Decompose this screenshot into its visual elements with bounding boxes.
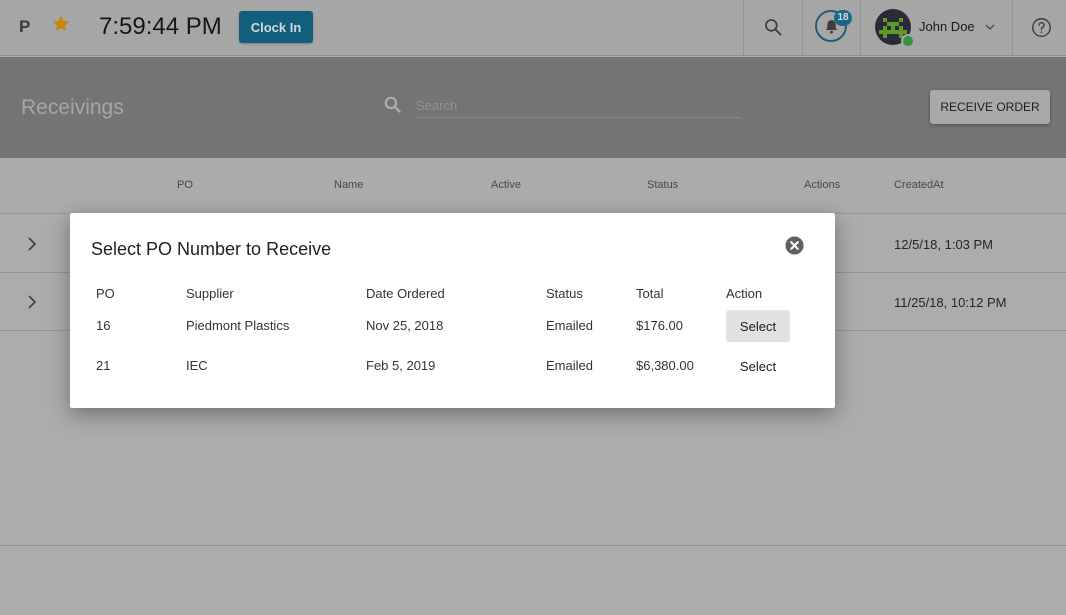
column-header-name[interactable]: Name	[334, 179, 363, 191]
date-ordered: Nov 25, 2018	[366, 318, 444, 333]
po-total: $176.00	[636, 318, 683, 333]
column-header-date-ordered: Date Ordered	[366, 286, 445, 301]
column-header-actions: Actions	[804, 179, 841, 191]
user-name[interactable]: John Doe	[919, 19, 975, 34]
clock-in-button[interactable]: Clock In	[239, 11, 313, 43]
app-logo[interactable]: P	[19, 17, 30, 37]
page-header: Receivings RECEIVE ORDER	[0, 57, 1066, 158]
divider	[1012, 0, 1013, 56]
po-number: 21	[96, 358, 111, 373]
online-status-icon	[901, 34, 915, 48]
page-title: Receivings	[21, 96, 124, 119]
star-icon[interactable]	[51, 14, 71, 34]
column-header-status[interactable]: Status	[647, 179, 678, 191]
column-header-po: PO	[96, 286, 115, 301]
notification-count-badge: 18	[834, 10, 852, 26]
column-header-status: Status	[546, 286, 583, 301]
po-status: Emailed	[546, 318, 593, 333]
search-icon	[384, 96, 401, 113]
divider	[0, 545, 1066, 546]
search-icon[interactable]	[763, 17, 783, 37]
chevron-right-icon[interactable]	[26, 237, 38, 251]
column-header-createdat[interactable]: CreatedAt	[894, 179, 944, 191]
clock-time: 7:59:44 PM	[99, 13, 222, 40]
po-total: $6,380.00	[636, 358, 694, 373]
po-status: Emailed	[546, 358, 593, 373]
divider	[802, 0, 803, 56]
supplier-name: Piedmont Plastics	[186, 318, 290, 333]
created-at: 11/25/18, 10:12 PM	[894, 295, 1007, 310]
column-header-total: Total	[636, 286, 664, 301]
select-button[interactable]: Select	[726, 350, 790, 382]
chevron-down-icon[interactable]	[985, 22, 995, 32]
supplier-name: IEC	[186, 358, 208, 373]
help-icon[interactable]	[1031, 17, 1052, 38]
column-header-supplier: Supplier	[186, 286, 234, 301]
table-header: PO Name Active Status Actions CreatedAt	[0, 158, 1066, 214]
divider	[743, 0, 744, 56]
close-icon[interactable]	[785, 236, 804, 255]
chevron-right-icon[interactable]	[26, 295, 38, 309]
top-bar: P 7:59:44 PM Clock In 18 John Doe	[0, 0, 1066, 56]
divider	[860, 0, 861, 56]
date-ordered: Feb 5, 2019	[366, 358, 436, 373]
select-po-dialog: Select PO Number to Receive PO Supplier …	[70, 213, 835, 408]
created-at: 12/5/18, 1:03 PM	[894, 237, 994, 252]
column-header-po[interactable]: PO	[177, 179, 193, 191]
search-input[interactable]	[416, 94, 741, 118]
column-header-active[interactable]: Active	[491, 179, 521, 191]
po-number: 16	[96, 318, 111, 333]
receive-order-button[interactable]: RECEIVE ORDER	[930, 90, 1050, 124]
select-button[interactable]: Select	[726, 310, 790, 342]
column-header-action: Action	[726, 286, 763, 301]
dialog-title: Select PO Number to Receive	[91, 239, 332, 259]
